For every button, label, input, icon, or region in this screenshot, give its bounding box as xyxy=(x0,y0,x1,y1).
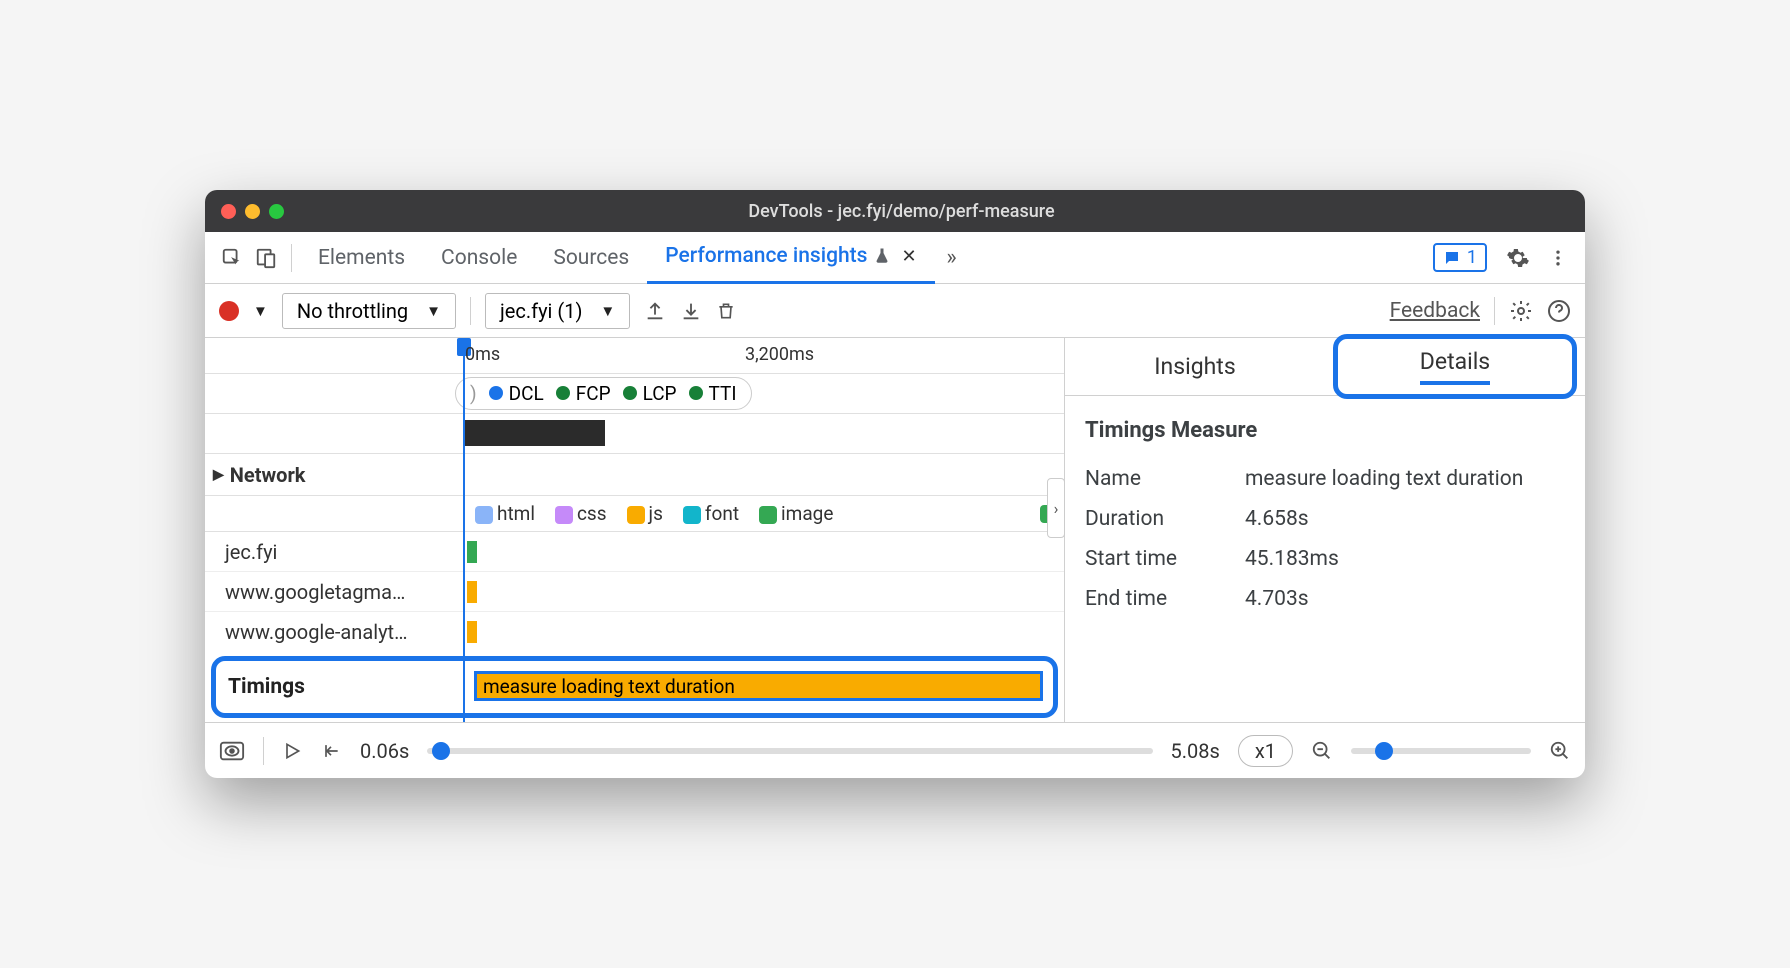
legend-js: js xyxy=(627,502,663,525)
minimize-window[interactable] xyxy=(245,204,260,219)
request-bar[interactable] xyxy=(467,621,477,643)
delete-icon[interactable] xyxy=(716,300,736,322)
tab-sources[interactable]: Sources xyxy=(535,232,647,284)
end-time: 5.08s xyxy=(1171,739,1220,763)
metrics-pill[interactable]: ) DCL FCP LCP TTI xyxy=(455,377,752,410)
request-bar[interactable] xyxy=(467,541,477,563)
messages-badge[interactable]: 1 xyxy=(1433,243,1487,272)
record-menu-chevron-icon[interactable]: ▼ xyxy=(253,302,268,320)
zoom-out-icon[interactable] xyxy=(1311,740,1333,762)
tab-console[interactable]: Console xyxy=(423,232,535,284)
network-section-header[interactable]: ▶ Network xyxy=(205,454,1064,496)
details-title: Timings Measure xyxy=(1065,396,1585,459)
help-icon[interactable] xyxy=(1547,299,1571,323)
titlebar: DevTools - jec.fyi/demo/perf-measure xyxy=(205,190,1585,232)
settings-icon[interactable] xyxy=(1501,246,1535,270)
network-row[interactable]: www.google-analyt… xyxy=(205,612,1064,652)
window-title: DevTools - jec.fyi/demo/perf-measure xyxy=(284,201,1569,222)
ruler-tick: 3,200ms xyxy=(745,344,814,365)
divider xyxy=(291,244,292,272)
chevron-down-icon: ▼ xyxy=(426,302,441,320)
slider-thumb[interactable] xyxy=(1375,742,1393,760)
recording-select[interactable]: jec.fyi (1) ▼ xyxy=(485,293,630,329)
record-button[interactable] xyxy=(219,301,239,321)
throttle-select[interactable]: No throttling ▼ xyxy=(282,293,456,329)
request-bar[interactable] xyxy=(467,581,477,603)
legend-image: image xyxy=(759,502,833,525)
metric-fcp: FCP xyxy=(556,382,611,405)
metrics-row: ) DCL FCP LCP TTI xyxy=(205,374,1064,414)
tab-insights[interactable]: Insights xyxy=(1065,338,1325,395)
window-controls xyxy=(221,204,284,219)
time-ruler[interactable]: 0ms 3,200ms xyxy=(205,338,1064,374)
device-toggle-icon[interactable] xyxy=(249,247,283,269)
zoom-in-icon[interactable] xyxy=(1549,740,1571,762)
panel-settings-icon[interactable] xyxy=(1509,299,1533,323)
close-tab-icon[interactable]: ✕ xyxy=(901,246,916,267)
metric-tti: TTI xyxy=(689,382,737,405)
timing-measure-bar[interactable]: measure loading text duration xyxy=(474,671,1043,701)
time-slider[interactable] xyxy=(427,748,1152,754)
expand-arrow-icon: ▶ xyxy=(213,467,224,483)
ruler-tick: 0ms xyxy=(465,344,500,365)
timings-highlight: Timings measure loading text duration xyxy=(211,656,1058,718)
devtools-window: DevTools - jec.fyi/demo/perf-measure Ele… xyxy=(205,190,1585,778)
start-time: 0.06s xyxy=(360,739,409,763)
legend-font: font xyxy=(683,502,739,525)
overview-bar[interactable] xyxy=(205,414,1064,454)
footer-controls: 0.06s 5.08s x1 xyxy=(205,722,1585,778)
collapse-sidebar-icon[interactable]: › xyxy=(1047,478,1065,538)
detail-row: Name measure loading text duration xyxy=(1065,459,1585,499)
export-icon[interactable] xyxy=(644,300,666,322)
timeline-panel: 0ms 3,200ms ) DCL FCP LCP TTI ▶ Network xyxy=(205,338,1065,722)
more-tabs-icon[interactable]: » xyxy=(935,245,969,270)
detail-row: End time 4.703s xyxy=(1065,579,1585,619)
network-legend: html css js font image xyxy=(205,496,1064,532)
metric-lcp: LCP xyxy=(623,382,677,405)
play-icon[interactable] xyxy=(282,741,302,761)
detail-row: Duration 4.658s xyxy=(1065,499,1585,539)
flask-icon xyxy=(873,247,891,265)
network-row[interactable]: www.googletagma… xyxy=(205,572,1064,612)
inspect-icon[interactable] xyxy=(215,247,249,269)
tab-elements[interactable]: Elements xyxy=(300,232,423,284)
kebab-menu-icon[interactable] xyxy=(1541,248,1575,268)
legend-css: css xyxy=(555,502,607,525)
close-window[interactable] xyxy=(221,204,236,219)
right-tabs: Insights Details xyxy=(1065,338,1585,396)
panel-body: 0ms 3,200ms ) DCL FCP LCP TTI ▶ Network xyxy=(205,338,1585,722)
activity-bar xyxy=(465,420,605,446)
perf-toolbar: ▼ No throttling ▼ jec.fyi (1) ▼ Feedback xyxy=(205,284,1585,338)
main-tabs: Elements Console Sources Performance ins… xyxy=(205,232,1585,284)
zoom-slider[interactable] xyxy=(1351,748,1531,754)
detail-row: Start time 45.183ms xyxy=(1065,539,1585,579)
details-panel: Insights Details Timings Measure Name me… xyxy=(1065,338,1585,722)
import-icon[interactable] xyxy=(680,300,702,322)
rewind-icon[interactable] xyxy=(320,741,342,761)
network-row[interactable]: jec.fyi xyxy=(205,532,1064,572)
message-icon xyxy=(1443,249,1461,267)
tab-details[interactable]: Details xyxy=(1325,338,1585,395)
feedback-link[interactable]: Feedback xyxy=(1390,299,1480,323)
metric-dcl: DCL xyxy=(489,382,544,405)
maximize-window[interactable] xyxy=(269,204,284,219)
speed-select[interactable]: x1 xyxy=(1238,735,1293,767)
tab-performance-insights[interactable]: Performance insights ✕ xyxy=(647,232,934,284)
legend-html: html xyxy=(475,502,535,525)
slider-thumb[interactable] xyxy=(432,742,450,760)
preview-toggle-icon[interactable] xyxy=(219,740,245,762)
chevron-down-icon: ▼ xyxy=(600,302,615,320)
